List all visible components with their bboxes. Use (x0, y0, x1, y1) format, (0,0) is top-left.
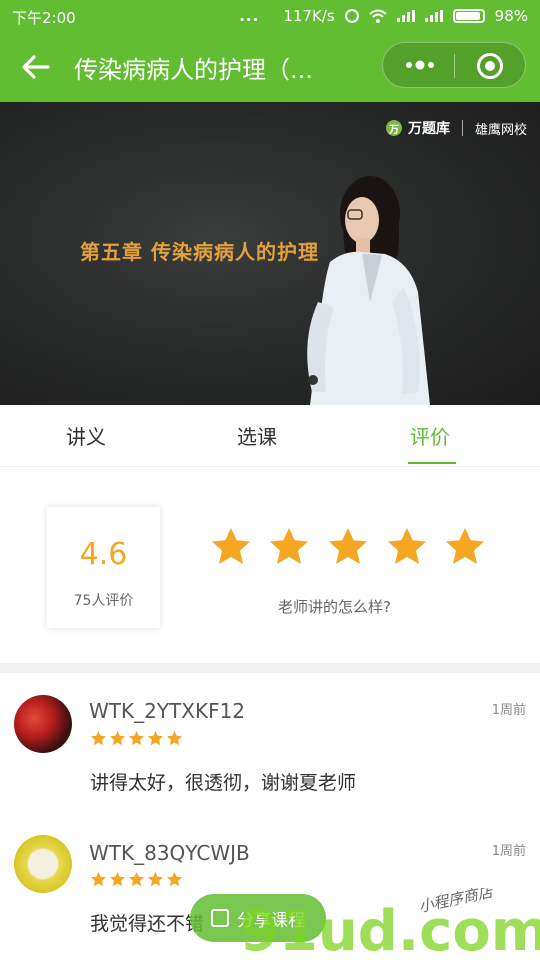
tab-reviews[interactable]: 评价 (410, 421, 450, 450)
rating-prompt: 老师讲的怎么样? (278, 598, 391, 616)
signal-icon (396, 10, 415, 22)
share-label: 分享课程 (237, 910, 305, 931)
review-time: 1周前 (491, 703, 526, 718)
avatar[interactable] (14, 695, 72, 753)
review-stars (91, 872, 182, 887)
teacher-figure (307, 176, 430, 405)
signal-icon-2 (424, 10, 443, 22)
share-course-button[interactable]: 分享课程 (190, 894, 326, 942)
battery-level: 98% (494, 7, 528, 25)
back-arrow-icon[interactable] (20, 52, 52, 82)
status-bar: 下午2:00 ... 117K/s 98% (0, 0, 540, 32)
average-score: 4.6 (79, 537, 128, 572)
share-icon (211, 909, 229, 927)
tab-handout[interactable]: 讲义 (66, 421, 106, 450)
review-username: WTK_2YTXKF12 (89, 699, 246, 723)
tab-bar: 讲义 选课 评价 (0, 405, 540, 467)
avatar[interactable] (14, 835, 72, 893)
star-icon (91, 872, 182, 887)
alarm-icon (344, 9, 359, 23)
status-right: ... 117K/s 98% (239, 7, 528, 25)
network-speed: 117K/s (283, 7, 335, 25)
tab-courses[interactable]: 选课 (237, 421, 277, 450)
review-username: WTK_83QYCWJB (89, 841, 250, 865)
review-item: WTK_2YTXKF12 1周前 讲得太好，很透彻，谢谢夏老师 (0, 673, 540, 823)
star-icon (212, 528, 484, 564)
wifi-icon (368, 9, 387, 23)
app-page: 下午2:00 ... 117K/s 98% 传染病病人的护理（... 万 万题库… (0, 0, 540, 960)
review-count: 75人评价 (73, 593, 134, 609)
review-time: 1周前 (491, 844, 526, 859)
capsule-divider (454, 54, 455, 78)
status-time: 下午2:00 (12, 9, 76, 27)
active-tab-indicator (408, 462, 456, 464)
menu-capsule (382, 42, 526, 88)
rating-stars[interactable] (210, 527, 490, 569)
review-text: 讲得太好，很透彻，谢谢夏老师 (90, 772, 357, 794)
nav-bar: 传染病病人的护理（... (0, 32, 540, 102)
close-target-icon[interactable] (477, 53, 503, 79)
rating-summary: 4.6 75人评价 (47, 507, 160, 628)
review-text: 我觉得还不错 (90, 913, 205, 935)
status-dots: ... (239, 7, 260, 25)
video-player[interactable]: 万 万题库 雄鹰网校 第五章 传染病病人的护理 (0, 102, 540, 405)
battery-icon (452, 9, 485, 23)
more-dots-icon[interactable] (403, 56, 437, 74)
review-stars (91, 731, 182, 746)
section-divider (0, 663, 540, 673)
star-icon (91, 731, 182, 746)
page-title: 传染病病人的护理（... (74, 56, 313, 84)
